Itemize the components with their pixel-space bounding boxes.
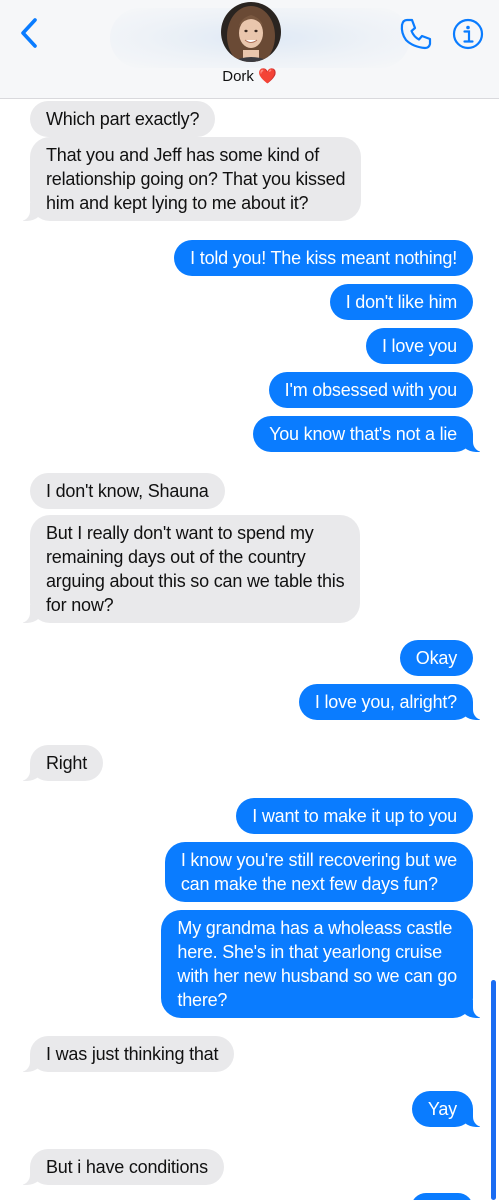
contact-name-text: Dork <box>222 68 254 85</box>
message-text: But i have conditions <box>46 1157 208 1177</box>
chevron-left-icon <box>21 18 37 48</box>
phone-icon <box>400 18 432 50</box>
call-button[interactable] <box>398 16 434 52</box>
contact-avatar[interactable] <box>221 2 281 62</box>
message-bubble-outgoing[interactable]: You know that's not a lie <box>253 416 483 452</box>
message-bubble-outgoing[interactable]: I don't like him <box>329 284 473 320</box>
message-text: I was just thinking that <box>46 1044 219 1064</box>
message-text: I know you're still recovering but we ca… <box>180 850 457 894</box>
message-bubble-outgoing[interactable]: I want to make it up to you <box>236 798 473 834</box>
message-text: I love you, alright? <box>314 692 457 712</box>
message-text: I told you! The kiss meant nothing! <box>190 248 457 268</box>
message-bubble-incoming[interactable]: Which part exactly? <box>30 101 216 137</box>
message-bubble-outgoing[interactable]: Okay <box>399 640 473 676</box>
scrollbar[interactable] <box>491 980 496 1200</box>
message-text: Yay <box>427 1099 457 1119</box>
info-button[interactable] <box>452 18 484 50</box>
message-bubble-incoming[interactable]: But i have conditions <box>20 1149 224 1185</box>
message-bubble-outgoing[interactable]: I'm obsessed with you <box>268 372 473 408</box>
message-text: You know that's not a lie <box>269 424 457 444</box>
message-bubble-outgoing[interactable]: Yay <box>411 1091 484 1127</box>
message-bubble-outgoing[interactable]: My grandma has a wholeass castle here. S… <box>161 910 483 1018</box>
message-bubble-outgoing[interactable]: I told you! The kiss meant nothing! <box>174 240 473 276</box>
message-text: Okay <box>415 648 457 668</box>
heart-emoji: ❤️ <box>258 67 277 85</box>
message-bubble-incoming[interactable]: But I really don't want to spend my rema… <box>19 515 361 623</box>
message-text: Which part exactly? <box>46 109 200 129</box>
message-bubble-outgoing[interactable]: I know you're still recovering but we ca… <box>164 842 473 902</box>
message-text: My grandma has a wholeass castle here. S… <box>177 918 457 1010</box>
message-text: I don't like him <box>345 292 457 312</box>
message-bubble-incoming[interactable]: I don't know, Shauna <box>30 473 225 509</box>
message-bubble-outgoing[interactable]: I love you, alright? <box>298 684 484 720</box>
message-bubble-incoming[interactable]: I was just thinking that <box>19 1036 235 1072</box>
message-thread[interactable]: Which part exactly? That you and Jeff ha… <box>0 99 499 1200</box>
message-text: I want to make it up to you <box>252 806 457 826</box>
message-bubble-outgoing-partial[interactable] <box>411 1193 473 1200</box>
conversation-header: Dork ❤️ <box>0 0 499 99</box>
message-text: I don't know, Shauna <box>46 481 209 501</box>
avatar-photo <box>221 2 281 62</box>
back-button[interactable] <box>12 14 46 52</box>
message-bubble-outgoing[interactable]: I love you <box>365 328 473 364</box>
message-text: I'm obsessed with you <box>284 380 458 400</box>
contact-name[interactable]: Dork ❤️ <box>0 67 499 85</box>
info-icon <box>452 18 484 50</box>
message-bubble-incoming[interactable]: That you and Jeff has some kind of relat… <box>19 137 362 221</box>
message-text: I love you <box>381 336 457 356</box>
message-text: Right <box>46 753 88 773</box>
message-text: But I really don't want to spend my rema… <box>46 523 345 615</box>
message-bubble-incoming[interactable]: Right <box>19 745 104 781</box>
message-text: That you and Jeff has some kind of relat… <box>46 145 346 213</box>
